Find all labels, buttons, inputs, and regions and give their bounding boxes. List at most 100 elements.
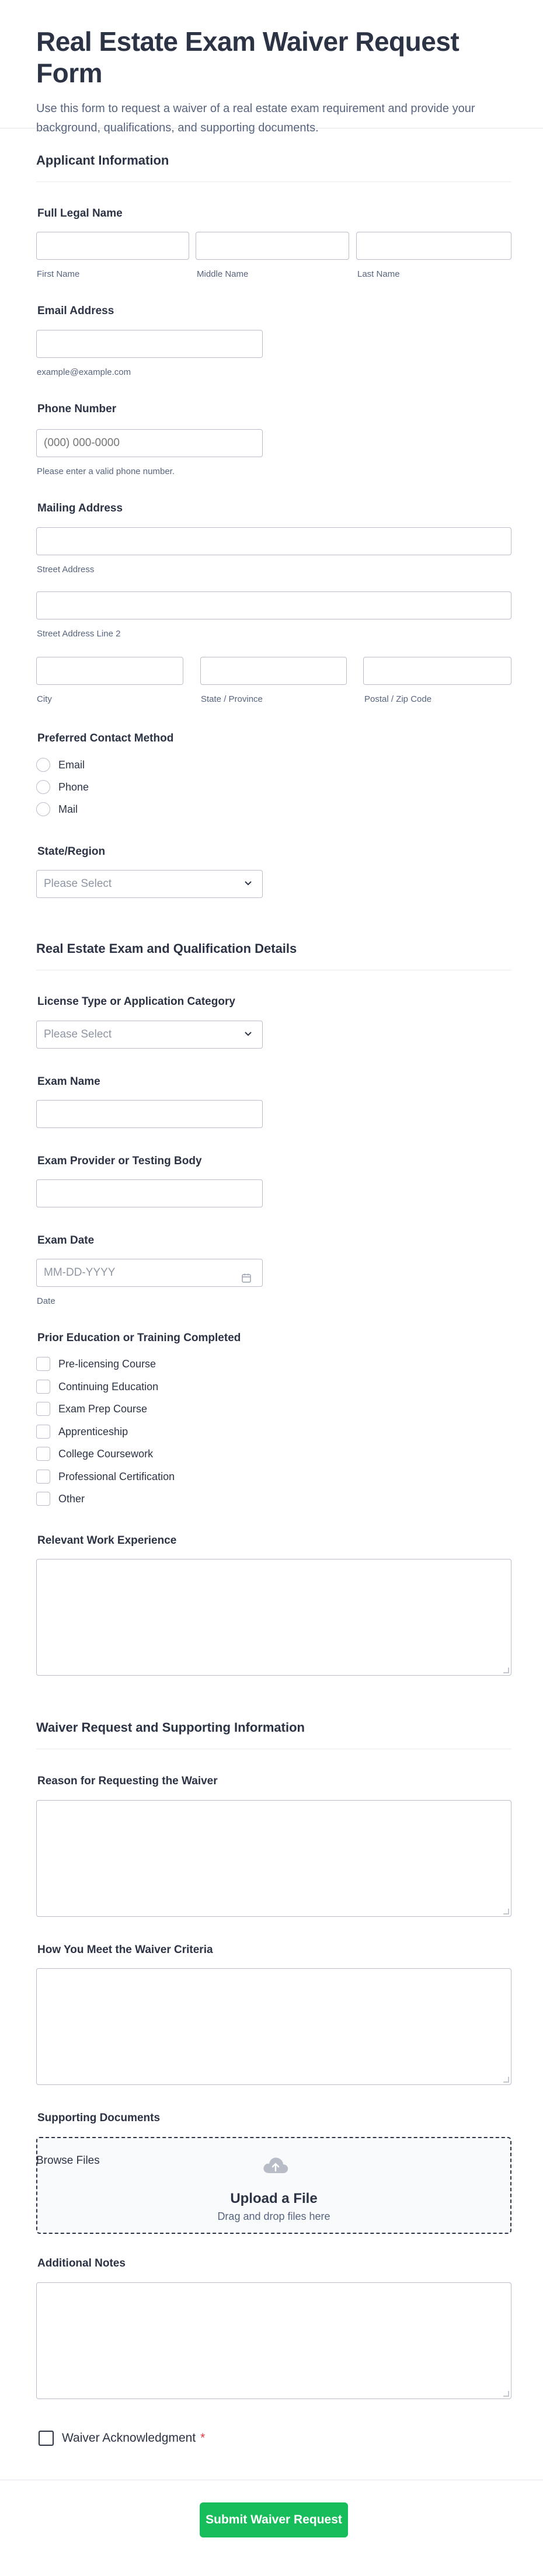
contact-option-mail[interactable]: Mail — [36, 802, 78, 817]
phone-input[interactable] — [36, 429, 263, 457]
select-placeholder: Please Select — [44, 1028, 112, 1040]
radio-button[interactable] — [36, 780, 50, 794]
section-exam-heading: Real Estate Exam and Qualification Detai… — [36, 941, 511, 970]
submit-button[interactable]: Submit Waiver Request — [200, 2502, 348, 2537]
section-title: Applicant Information — [36, 153, 169, 168]
checkbox[interactable] — [36, 1402, 50, 1416]
form-footer: Submit Waiver Request — [0, 2480, 543, 2576]
section-waiver-heading: Waiver Request and Supporting Informatio… — [36, 1720, 511, 1749]
reason-label: Reason for Requesting the Waiver — [37, 1775, 218, 1787]
zip-code-input[interactable] — [363, 657, 511, 685]
resize-handle-icon[interactable] — [503, 1909, 509, 1914]
exam-date-input[interactable]: MM-DD-YYYY — [36, 1259, 263, 1287]
state-province-input[interactable] — [200, 657, 347, 685]
exam-date-sublabel: Date — [37, 1296, 55, 1306]
option-label: Exam Prep Course — [58, 1402, 148, 1415]
phone-label: Phone Number — [37, 403, 117, 415]
prior-education-label: Prior Education or Training Completed — [37, 1332, 241, 1344]
checkbox[interactable] — [36, 1470, 50, 1484]
contact-option-email[interactable]: Email — [36, 757, 85, 772]
full-name-label: Full Legal Name — [37, 207, 123, 220]
middle-name-input[interactable] — [196, 232, 349, 260]
option-label: Pre-licensing Course — [58, 1357, 156, 1370]
education-option-exam-prep[interactable]: Exam Prep Course — [36, 1401, 147, 1416]
contact-option-phone[interactable]: Phone — [36, 779, 89, 795]
section-title: Waiver Request and Supporting Informatio… — [36, 1720, 305, 1735]
radio-button[interactable] — [36, 802, 50, 816]
option-label: Phone — [58, 781, 89, 793]
checkbox[interactable] — [36, 1380, 50, 1394]
zip-code-sublabel: Postal / Zip Code — [364, 694, 432, 704]
reason-textarea[interactable] — [36, 1800, 511, 1917]
radio-button[interactable] — [36, 758, 50, 772]
criteria-label: How You Meet the Waiver Criteria — [37, 1944, 213, 1956]
city-input[interactable] — [36, 657, 183, 685]
file-upload-dropzone[interactable]: Browse Files Upload a File Drag and drop… — [36, 2137, 511, 2234]
resize-handle-icon[interactable] — [503, 2391, 509, 2397]
select-placeholder: Please Select — [44, 878, 112, 890]
criteria-textarea[interactable] — [36, 1968, 511, 2085]
resize-handle-icon[interactable] — [503, 1668, 509, 1673]
acknowledgment-checkbox[interactable] — [39, 2431, 54, 2446]
option-label: Email — [58, 758, 85, 771]
phone-hint: Please enter a valid phone number. — [37, 467, 175, 476]
education-option-other[interactable]: Other — [36, 1491, 85, 1506]
checkbox[interactable] — [36, 1447, 50, 1461]
first-name-sublabel: First Name — [37, 269, 80, 279]
mailing-address-label: Mailing Address — [37, 502, 123, 514]
option-label: Apprenticeship — [58, 1425, 128, 1437]
street-address-line2-input[interactable] — [36, 591, 511, 619]
exam-provider-label: Exam Provider or Testing Body — [37, 1155, 202, 1167]
email-hint: example@example.com — [37, 367, 131, 377]
additional-notes-textarea[interactable] — [36, 2282, 511, 2399]
state-region-label: State/Region — [37, 845, 106, 858]
education-option-college[interactable]: College Coursework — [36, 1446, 153, 1461]
form-title: Real Estate Exam Waiver Request Form — [36, 26, 460, 88]
last-name-sublabel: Last Name — [357, 269, 400, 279]
form-page: Real Estate Exam Waiver Request Form Use… — [0, 0, 543, 2576]
street-address-sublabel: Street Address — [37, 565, 95, 575]
browse-files-button[interactable]: Browse Files — [36, 2154, 100, 2167]
resize-handle-icon[interactable] — [503, 2077, 509, 2083]
calendar-icon[interactable] — [241, 1267, 253, 1283]
education-option-apprenticeship[interactable]: Apprenticeship — [36, 1424, 128, 1439]
education-option-continuing[interactable]: Continuing Education — [36, 1379, 158, 1394]
work-experience-label: Relevant Work Experience — [37, 1534, 177, 1547]
education-option-pre-licensing[interactable]: Pre-licensing Course — [36, 1356, 156, 1371]
cloud-upload-icon — [263, 2157, 288, 2173]
exam-date-label: Exam Date — [37, 1234, 95, 1247]
exam-provider-input[interactable] — [36, 1179, 263, 1207]
option-label: Other — [58, 1492, 85, 1505]
street-address-line2-sublabel: Street Address Line 2 — [37, 629, 121, 639]
section-applicant-heading: Applicant Information — [36, 153, 511, 182]
first-name-input[interactable] — [36, 232, 189, 260]
checkbox[interactable] — [36, 1357, 50, 1371]
city-sublabel: City — [37, 694, 52, 704]
checkbox[interactable] — [36, 1425, 50, 1439]
middle-name-sublabel: Middle Name — [197, 269, 249, 279]
work-experience-textarea[interactable] — [36, 1559, 511, 1676]
last-name-input[interactable] — [356, 232, 511, 260]
form-description: Use this form to request a waiver of a r… — [36, 102, 475, 134]
state-region-select[interactable]: Please Select — [36, 870, 263, 898]
acknowledgment-label: Waiver Acknowledgment — [62, 2431, 196, 2445]
form-header: Real Estate Exam Waiver Request Form Use… — [0, 0, 543, 134]
additional-notes-label: Additional Notes — [37, 2257, 126, 2269]
supporting-documents-label: Supporting Documents — [37, 2112, 161, 2124]
email-input[interactable] — [36, 330, 263, 358]
required-indicator: * — [200, 2431, 206, 2445]
exam-name-input[interactable] — [36, 1100, 263, 1128]
state-province-sublabel: State / Province — [201, 694, 263, 704]
upload-hint: Drag and drop files here — [217, 2211, 330, 2222]
checkbox[interactable] — [36, 1492, 50, 1506]
option-label: College Coursework — [58, 1447, 154, 1460]
street-address-input[interactable] — [36, 527, 511, 555]
section-title: Real Estate Exam and Qualification Detai… — [36, 941, 297, 956]
license-type-label: License Type or Application Category — [37, 995, 235, 1008]
license-type-select[interactable]: Please Select — [36, 1021, 263, 1049]
education-option-certification[interactable]: Professional Certification — [36, 1469, 175, 1484]
exam-name-label: Exam Name — [37, 1075, 100, 1088]
waiver-acknowledgment[interactable]: Waiver Acknowledgment * — [39, 2431, 205, 2446]
chevron-down-icon — [242, 1029, 254, 1040]
chevron-down-icon — [242, 878, 254, 890]
